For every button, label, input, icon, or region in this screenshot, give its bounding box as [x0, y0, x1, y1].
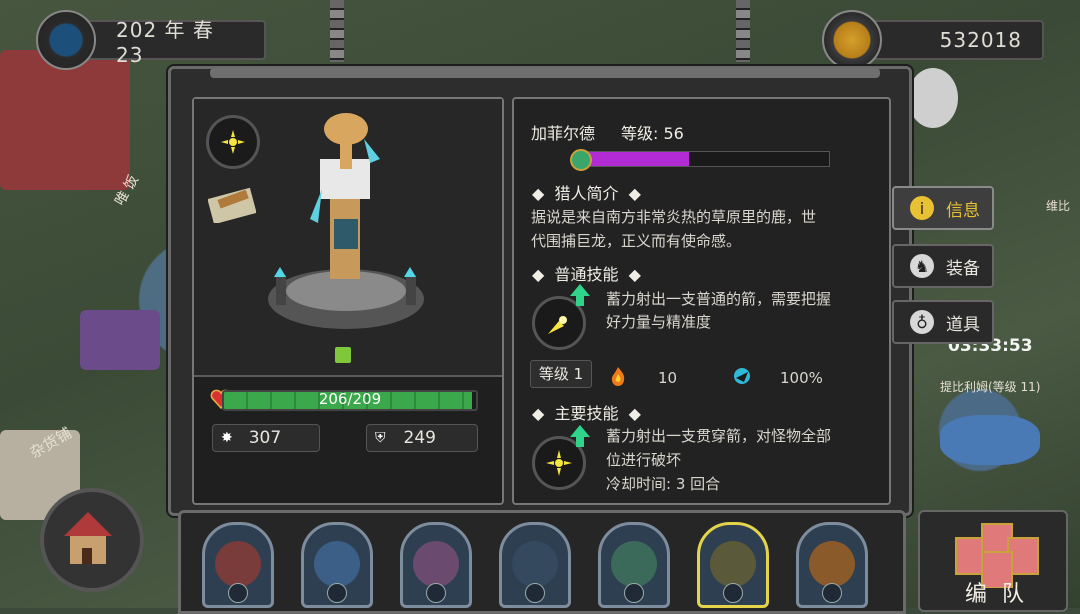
profile-title: ◆ 猎人简介 ◆ — [532, 184, 641, 203]
window-top-bar — [210, 68, 880, 78]
side-label: 维比 — [1046, 199, 1071, 213]
telescope-icon[interactable] — [207, 183, 257, 225]
normal-skill-crit-value: 100% — [780, 369, 823, 387]
normal-skill-upgrade-icon[interactable] — [570, 284, 590, 306]
main-skill-cooldown: 冷却时间: 3 回合 — [606, 475, 721, 493]
team-formation-button[interactable]: 编 队 — [918, 510, 1068, 612]
hp-text: 206/209 — [318, 390, 382, 408]
xp-bar-fill — [579, 152, 689, 166]
home-button[interactable] — [40, 488, 144, 592]
crit-icon — [732, 366, 752, 386]
attack-value: 307 — [248, 428, 282, 448]
normal-skill-fire-value: 10 — [658, 369, 678, 387]
main-skill-desc-2: 位进行破坏 — [606, 451, 682, 469]
tab-info[interactable]: i 信息 — [892, 186, 994, 230]
class-badge-icon — [624, 583, 644, 603]
sheep-portrait — [413, 541, 459, 587]
roster-card-eagle-portrait[interactable] — [301, 522, 373, 608]
xp-bar — [578, 151, 830, 167]
class-badge-icon — [327, 583, 347, 603]
tab-items-label: 道具 — [946, 314, 980, 335]
tab-info-label: 信息 — [946, 200, 980, 221]
red-building — [0, 50, 130, 190]
hero-level: 等级: 56 — [621, 124, 684, 143]
class-badge-icon — [335, 347, 351, 363]
profile-text-2: 代围捕巨龙，正义而有使命感。 — [531, 232, 742, 250]
defense-value: 249 — [403, 428, 436, 448]
pirate-boar-portrait — [215, 541, 261, 587]
main-skill-upgrade-icon[interactable] — [570, 425, 590, 447]
chain-left — [330, 0, 344, 62]
blue-dragon — [940, 415, 1040, 465]
team-label: 编 队 — [965, 582, 1028, 607]
fire-icon — [608, 366, 628, 386]
eagle-portrait — [314, 541, 360, 587]
defense-icon: ⛨ — [375, 430, 386, 446]
roster-card-polar-bear-portrait[interactable] — [499, 522, 571, 608]
enemy-label[interactable]: 提比利姆(等级 11) — [940, 378, 1040, 395]
tab-equipment-label: 装备 — [946, 258, 980, 279]
normal-skill-desc-2: 好力量与精准度 — [606, 313, 712, 331]
date-text: 202 年 春 23 — [116, 17, 214, 67]
market-stall — [80, 310, 160, 370]
hero-name: 加菲尔德 — [531, 124, 596, 143]
class-badge-icon — [426, 583, 446, 603]
moon-icon[interactable] — [36, 10, 96, 70]
roster-card-sheep-portrait[interactable] — [400, 522, 472, 608]
normal-skill-title: ◆ 普通技能 ◆ — [532, 265, 641, 284]
level-up-icon — [570, 149, 592, 171]
class-badge-icon — [723, 583, 743, 603]
leopard-portrait — [809, 541, 855, 587]
normal-skill-desc-1: 蓄力射出一支普通的箭，需要把握 — [606, 290, 832, 308]
defense-stat: ⛨ 249 — [366, 424, 478, 452]
main-skill-desc-1: 蓄力射出一支贯穿箭，对怪物全部 — [606, 427, 832, 445]
class-badge-icon — [228, 583, 248, 603]
crocodile-portrait — [611, 541, 657, 587]
info-icon: i — [910, 196, 934, 220]
roster-card-crocodile-portrait[interactable] — [598, 522, 670, 608]
coin-amount: 532018 — [939, 28, 1022, 52]
profile-text-1: 据说是来自南方非常炎热的草原里的鹿，世 — [531, 208, 817, 226]
attack-icon: ✸ — [221, 430, 233, 446]
class-badge-icon — [822, 583, 842, 603]
creature-top-right — [908, 68, 958, 128]
tab-items[interactable]: ♁ 道具 — [892, 300, 994, 344]
normal-skill-level: 等级 1 — [538, 365, 584, 383]
main-skill-title: ◆ 主要技能 ◆ — [532, 404, 641, 423]
hp-bar: 206/209 — [222, 390, 478, 411]
house-icon — [64, 512, 112, 564]
bag-icon: ♁ — [910, 310, 934, 334]
class-badge-icon — [525, 583, 545, 603]
roster-card-pirate-boar-portrait[interactable] — [202, 522, 274, 608]
chain-right — [736, 0, 750, 62]
normal-skill-level-pill: 等级 1 — [530, 360, 592, 388]
helmet-icon: ♞ — [910, 254, 934, 278]
date-bar: 202 年 春 23 — [72, 18, 266, 67]
polar-bear-portrait — [512, 541, 558, 587]
skill-emblem-icon[interactable] — [206, 115, 260, 169]
roster-card-giraffe-portrait[interactable] — [697, 522, 769, 608]
roster-card-leopard-portrait[interactable] — [796, 522, 868, 608]
attack-stat: ✸ 307 — [212, 424, 320, 452]
giraffe-portrait — [710, 541, 756, 587]
tab-equipment[interactable]: ♞ 装备 — [892, 244, 994, 288]
coin-icon[interactable] — [822, 10, 882, 70]
